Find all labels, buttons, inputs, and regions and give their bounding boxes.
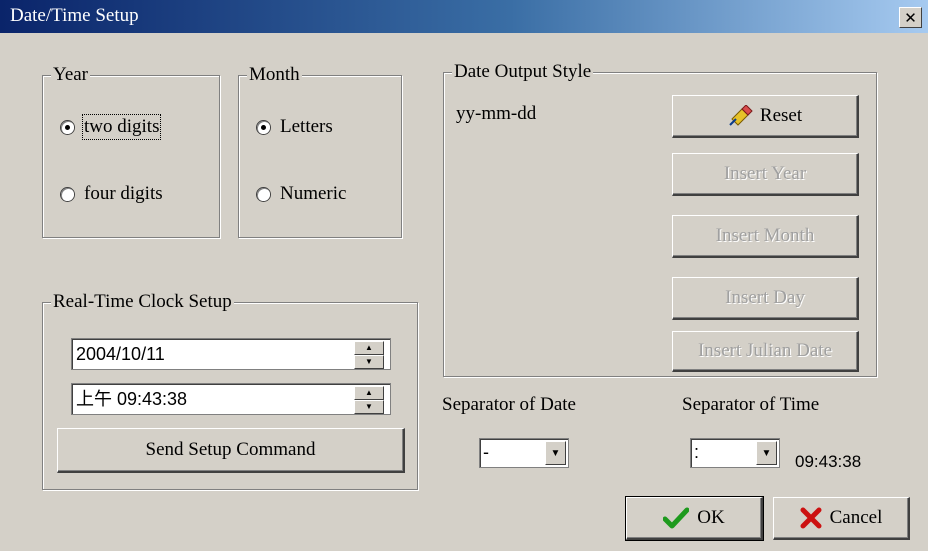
spin-down-icon[interactable]: ▼ [354, 400, 384, 414]
spin-up-icon[interactable]: ▲ [354, 341, 384, 355]
radio-two-digits[interactable]: two digits [61, 114, 162, 140]
close-button[interactable]: ✕ [899, 7, 922, 28]
send-setup-command-label: Send Setup Command [145, 439, 316, 460]
send-setup-command-button[interactable]: Send Setup Command [57, 428, 405, 473]
time-separator-select[interactable]: : ▼ [690, 438, 780, 468]
radio-dot [61, 187, 74, 201]
insert-julian-date-label: Insert Julian Date [697, 340, 832, 361]
radio-four-digits[interactable]: four digits [61, 183, 163, 205]
time-input[interactable]: 上午 09:43:38 [71, 383, 391, 415]
separator-of-time-label: Separator of Time [682, 394, 820, 415]
year-group: Year two digits four digits [42, 63, 220, 238]
insert-year-label: Insert Year [723, 163, 807, 184]
insert-year-button[interactable]: Insert Year [672, 153, 859, 196]
radio-label-four-digits: four digits [84, 183, 163, 204]
chevron-down-icon[interactable]: ▼ [756, 441, 777, 465]
ok-button[interactable]: OK [625, 496, 764, 541]
date-separator-value: - [483, 442, 489, 462]
insert-month-label: Insert Month [715, 225, 815, 246]
title-bar: Date/Time Setup ✕ [0, 0, 928, 33]
rtc-legend: Real-Time Clock Setup [51, 290, 234, 314]
cancel-label: Cancel [829, 507, 883, 528]
insert-julian-date-button[interactable]: Insert Julian Date [672, 331, 859, 372]
radio-label-two-digits: two digits [81, 114, 162, 140]
radio-dot-selected [257, 120, 270, 134]
radio-label-letters: Letters [280, 116, 333, 137]
time-separator-value: : [694, 442, 700, 462]
radio-numeric[interactable]: Numeric [257, 183, 346, 205]
x-icon [800, 507, 822, 529]
month-group: Month Letters Numeric [238, 63, 402, 238]
radio-dot-selected [61, 120, 74, 134]
reset-button[interactable]: Reset [672, 95, 859, 138]
time-preview: 09:43:38 [795, 452, 862, 471]
radio-label-numeric: Numeric [280, 183, 347, 204]
date-separator-select[interactable]: - ▼ [479, 438, 569, 468]
spin-down-icon[interactable]: ▼ [354, 355, 384, 369]
date-spinner[interactable]: ▲ ▼ [354, 341, 384, 369]
separator-of-date-label: Separator of Date [442, 394, 576, 415]
radio-dot [257, 187, 270, 201]
radio-letters[interactable]: Letters [257, 116, 333, 138]
eraser-icon [728, 105, 754, 127]
reset-label: Reset [759, 105, 803, 126]
window-title: Date/Time Setup [10, 5, 139, 26]
insert-month-button[interactable]: Insert Month [672, 215, 859, 258]
date-input[interactable]: 2004/10/11 [71, 338, 391, 370]
date-output-legend: Date Output Style [452, 60, 594, 84]
date-output-group: Date Output Style yy-mm-dd Reset Insert … [443, 60, 877, 377]
year-legend: Year [51, 63, 91, 87]
ok-label: OK [697, 507, 725, 528]
month-legend: Month [247, 63, 302, 87]
close-icon: ✕ [904, 8, 917, 27]
date-format-text: yy-mm-dd [456, 103, 537, 124]
checkmark-icon [663, 507, 690, 529]
time-spinner[interactable]: ▲ ▼ [354, 386, 384, 414]
insert-day-button[interactable]: Insert Day [672, 277, 859, 320]
insert-day-label: Insert Day [725, 287, 805, 308]
spin-up-icon[interactable]: ▲ [354, 386, 384, 400]
rtc-group: Real-Time Clock Setup 2004/10/11 ▲ ▼ 上午 … [42, 290, 418, 490]
cancel-button[interactable]: Cancel [773, 497, 910, 540]
chevron-down-icon[interactable]: ▼ [545, 441, 566, 465]
